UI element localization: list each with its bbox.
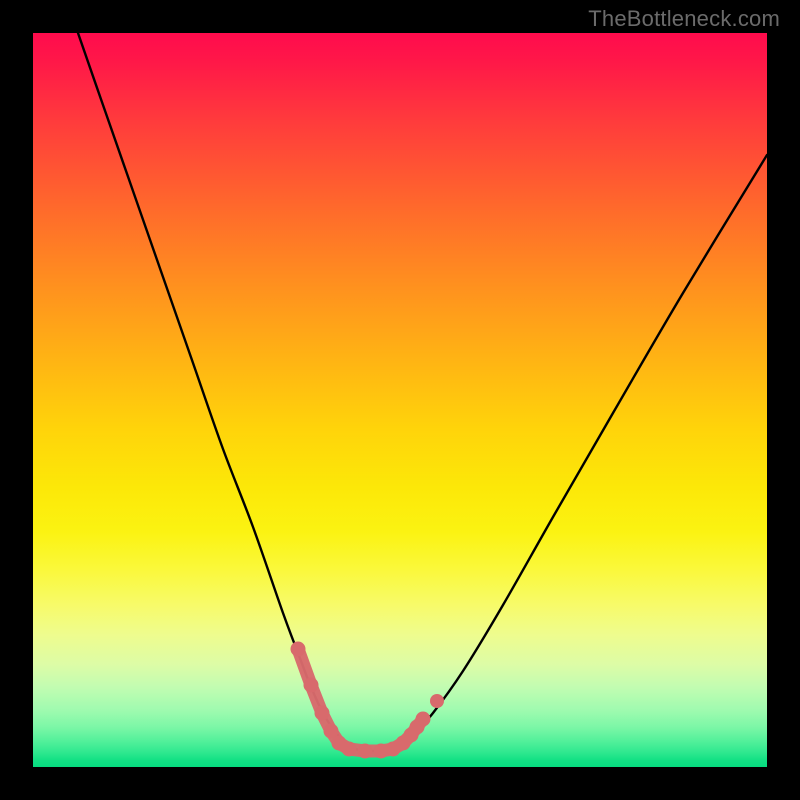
bottleneck-curve xyxy=(78,33,767,751)
highlight-dot xyxy=(358,744,373,759)
highlight-dot xyxy=(342,742,357,757)
highlight-dot-extra xyxy=(430,694,444,708)
highlight-dot xyxy=(315,706,330,721)
highlight-dot xyxy=(416,712,431,727)
chart-svg xyxy=(33,33,767,767)
watermark-text: TheBottleneck.com xyxy=(588,6,780,32)
highlight-dot xyxy=(304,678,319,693)
plot-area xyxy=(33,33,767,767)
highlight-segment xyxy=(291,642,445,759)
highlight-dot xyxy=(291,642,306,657)
